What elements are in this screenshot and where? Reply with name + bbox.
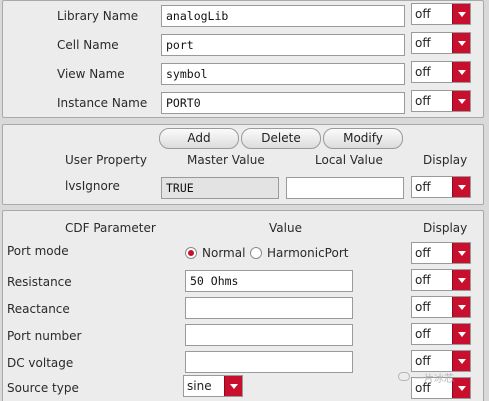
lvsignore-master-value: TRUE	[161, 177, 279, 199]
source-type-select[interactable]: sine	[183, 375, 243, 397]
cell-identity-panel: Library Name analogLib off Cell Name por…	[2, 0, 484, 118]
port-mode-harmonicport-radio[interactable]	[250, 247, 262, 259]
view-name-label: View Name	[57, 67, 125, 81]
reactance-display-select[interactable]: off	[411, 296, 471, 318]
chevron-down-icon	[452, 297, 470, 317]
cell-name-display-value: off	[415, 36, 431, 50]
local-value-header: Local Value	[315, 153, 383, 167]
cdf-display-header: Display	[423, 221, 468, 235]
view-name-field[interactable]: symbol	[161, 63, 405, 85]
chat-bubble-icon	[398, 372, 410, 381]
chevron-down-icon	[452, 243, 470, 263]
resistance-display-value: off	[415, 273, 431, 287]
chevron-down-icon	[452, 177, 470, 197]
lvsignore-local-value-field[interactable]	[286, 177, 404, 199]
reactance-field[interactable]	[185, 297, 353, 319]
cdf-value-header: Value	[269, 221, 302, 235]
cell-name-field[interactable]: port	[161, 34, 405, 56]
chevron-down-icon	[452, 351, 470, 371]
chevron-down-icon	[452, 4, 470, 24]
cdf-parameter-panel: CDF Parameter Value Display Port mode No…	[2, 210, 484, 401]
port-mode-harmonicport-label: HarmonicPort	[267, 246, 349, 260]
chevron-down-icon	[452, 270, 470, 290]
delete-button[interactable]: Delete	[241, 128, 321, 149]
chevron-down-icon	[452, 33, 470, 53]
watermark-text: 一片冰芯	[414, 374, 454, 385]
modify-button[interactable]: Modify	[323, 128, 403, 149]
lvsignore-display-select[interactable]: off	[411, 176, 471, 198]
port-mode-display-select[interactable]: off	[411, 242, 471, 264]
chevron-down-icon	[452, 324, 470, 344]
port-number-display-select[interactable]: off	[411, 323, 471, 345]
chevron-down-icon	[224, 376, 242, 396]
cell-name-display-select[interactable]: off	[411, 32, 471, 54]
chevron-down-icon	[452, 62, 470, 82]
user-property-panel: Add Delete Modify User Property Master V…	[2, 124, 484, 205]
library-name-field[interactable]: analogLib	[161, 5, 405, 27]
resistance-label: Resistance	[7, 275, 72, 289]
port-mode-normal-label: Normal	[202, 246, 246, 260]
instance-name-label: Instance Name	[57, 96, 148, 110]
add-button[interactable]: Add	[159, 128, 239, 149]
library-name-display-value: off	[415, 7, 431, 21]
chevron-down-icon	[452, 91, 470, 111]
source-type-label: Source type	[7, 381, 79, 395]
port-number-display-value: off	[415, 327, 431, 341]
port-mode-label: Port mode	[7, 244, 69, 258]
cell-name-label: Cell Name	[57, 38, 119, 52]
master-value-header: Master Value	[187, 153, 265, 167]
port-number-field[interactable]	[185, 324, 353, 346]
user-property-header: User Property	[65, 153, 147, 167]
instance-name-display-select[interactable]: off	[411, 90, 471, 112]
reactance-label: Reactance	[7, 302, 70, 316]
property-display-header: Display	[423, 153, 468, 167]
port-number-label: Port number	[7, 329, 82, 343]
port-mode-normal-radio[interactable]	[185, 247, 197, 259]
lvsignore-display-value: off	[415, 180, 431, 194]
reactance-display-value: off	[415, 300, 431, 314]
resistance-display-select[interactable]: off	[411, 269, 471, 291]
dc-voltage-display-select[interactable]: off	[411, 350, 471, 372]
chevron-down-icon	[452, 378, 470, 398]
instance-name-display-value: off	[415, 94, 431, 108]
cdf-parameter-header: CDF Parameter	[65, 221, 156, 235]
source-type-value: sine	[187, 379, 212, 393]
dc-voltage-field[interactable]	[185, 351, 353, 373]
lvsignore-label: lvsIgnore	[65, 179, 120, 193]
dc-voltage-display-value: off	[415, 354, 431, 368]
port-mode-display-value: off	[415, 246, 431, 260]
view-name-display-select[interactable]: off	[411, 61, 471, 83]
library-name-label: Library Name	[57, 9, 139, 23]
resistance-field[interactable]: 50 Ohms	[185, 270, 353, 292]
instance-name-field[interactable]: PORT0	[161, 92, 405, 114]
dc-voltage-label: DC voltage	[7, 356, 74, 370]
view-name-display-value: off	[415, 65, 431, 79]
library-name-display-select[interactable]: off	[411, 3, 471, 25]
